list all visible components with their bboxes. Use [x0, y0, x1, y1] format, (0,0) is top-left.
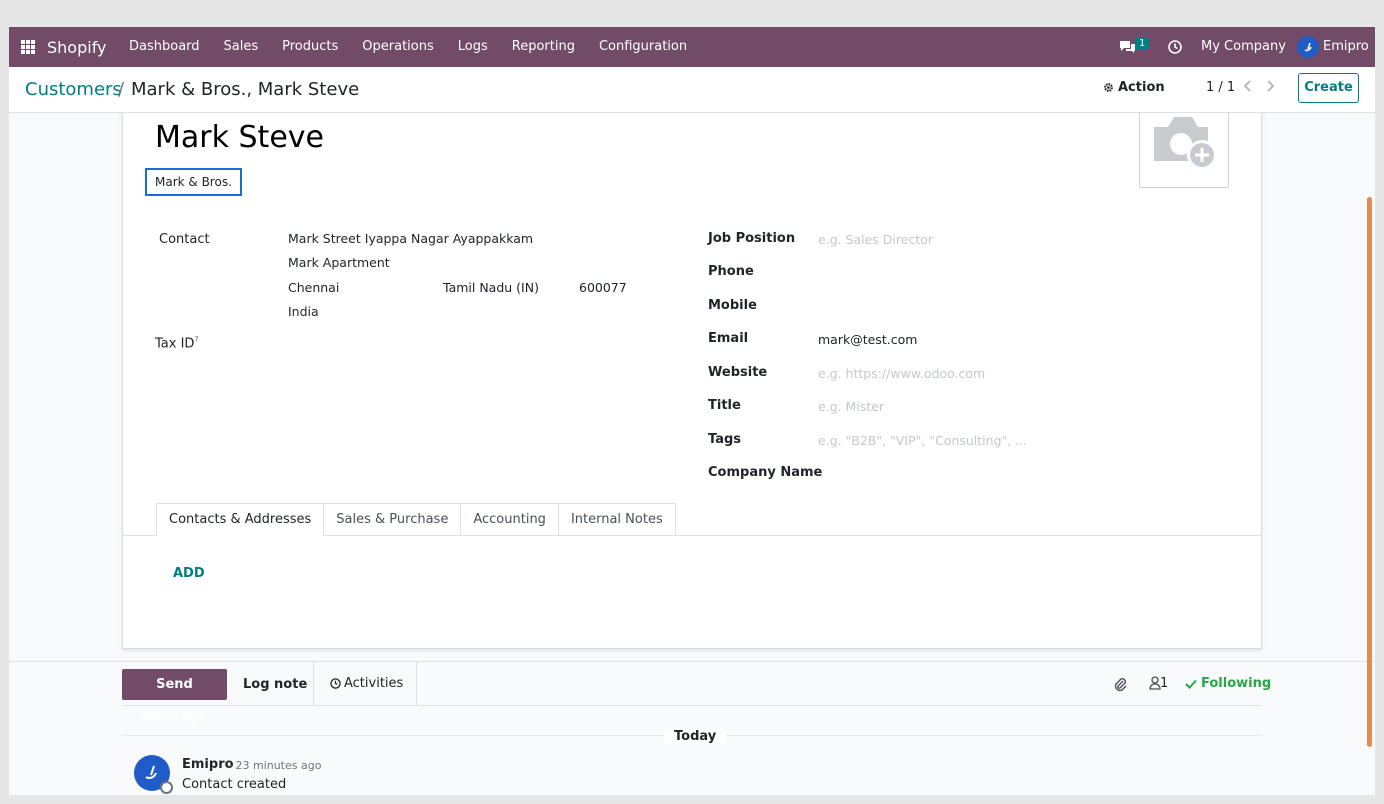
menu-sales[interactable]: Sales: [212, 27, 271, 67]
contact-label: Contact: [159, 232, 210, 247]
phone-field[interactable]: [818, 264, 1018, 280]
create-button[interactable]: Create: [1298, 73, 1359, 103]
action-label: Action: [1118, 80, 1165, 95]
paperclip-icon[interactable]: [1113, 676, 1127, 696]
chatter-toolbar-line: [122, 705, 1262, 706]
following-label: Following: [1201, 676, 1272, 691]
form-view: Mark Steve Mark & Bros. Contact Mark Str…: [9, 113, 1375, 795]
chat-icon[interactable]: [1119, 40, 1136, 58]
app-window: Shopify Dashboard Sales Products Operati…: [9, 27, 1375, 795]
check-icon: [1185, 679, 1197, 689]
job-position-field[interactable]: e.g. Sales Director: [818, 232, 933, 247]
action-button[interactable]: Action: [1103, 80, 1165, 95]
app-brand[interactable]: Shopify: [47, 38, 107, 57]
title-label: Title: [708, 398, 741, 413]
tags-label: Tags: [708, 432, 742, 447]
following-button[interactable]: Following: [1185, 676, 1271, 691]
author-status-icon: [160, 781, 173, 794]
menu-reporting[interactable]: Reporting: [500, 27, 587, 67]
message-body: Contact created: [182, 777, 287, 792]
menu-logs[interactable]: Logs: [446, 27, 500, 67]
avatar-upload[interactable]: [1139, 113, 1229, 188]
mobile-field[interactable]: [818, 298, 1018, 314]
tab-sales-purchase[interactable]: Sales & Purchase: [323, 503, 462, 535]
tags-field[interactable]: e.g. "B2B", "VIP", "Consulting", ...: [818, 433, 1027, 448]
gear-icon: [1104, 83, 1113, 92]
pager-prev-icon[interactable]: [1243, 79, 1253, 97]
tab-contacts-addresses[interactable]: Contacts & Addresses: [156, 503, 325, 536]
tax-id-label: Tax ID?: [155, 335, 199, 351]
job-position-label: Job Position: [708, 231, 796, 246]
clock-icon: [330, 678, 341, 689]
city-field[interactable]: Chennai: [288, 280, 339, 295]
tax-id-text: Tax ID: [155, 336, 195, 352]
camera-add-icon: [1154, 117, 1217, 170]
phone-label: Phone: [708, 264, 754, 279]
tab-internal-notes[interactable]: Internal Notes: [557, 503, 676, 535]
mobile-label: Mobile: [708, 298, 757, 313]
pager-value[interactable]: 1 / 1: [1206, 80, 1235, 95]
date-separator: Today: [664, 729, 727, 744]
email-label: Email: [708, 331, 749, 346]
parent-company-field[interactable]: Mark & Bros.: [145, 168, 242, 196]
chat-count-badge: 1: [1135, 37, 1150, 50]
apps-grid-icon[interactable]: [21, 40, 35, 54]
email-field[interactable]: mark@test.com: [818, 332, 917, 347]
form-sheet: Mark Steve Mark & Bros. Contact Mark Str…: [122, 113, 1262, 649]
activities-label: Activities: [344, 676, 404, 691]
main-menu: Dashboard Sales Products Operations Logs…: [117, 27, 699, 67]
message-author-avatar[interactable]: [134, 755, 173, 794]
street-field[interactable]: Mark Street Iyappa Nagar Ayappakkam: [288, 231, 533, 246]
company-switcher[interactable]: My Company: [1201, 39, 1286, 54]
log-note-button[interactable]: Log note: [243, 677, 307, 692]
activity-clock-icon[interactable]: [1168, 40, 1182, 58]
notebook-tabs: Contacts & Addresses Sales & Purchase Ac…: [156, 503, 676, 536]
activities-button[interactable]: Activities: [330, 676, 403, 691]
state-field[interactable]: Tamil Nadu (IN): [443, 280, 539, 295]
breadcrumb-current: Mark & Bros., Mark Steve: [131, 79, 360, 100]
company-name-label: Company Name: [708, 465, 823, 480]
zip-field[interactable]: 600077: [579, 280, 627, 295]
breadcrumb-separator: /: [118, 79, 125, 100]
chatter-divider: [9, 661, 1375, 662]
user-menu[interactable]: Emipro: [1323, 39, 1369, 54]
followers-count[interactable]: 1: [1160, 676, 1168, 691]
menu-products[interactable]: Products: [270, 27, 350, 67]
country-field[interactable]: India: [288, 304, 319, 319]
pager-next-icon[interactable]: [1265, 79, 1275, 97]
title-field[interactable]: e.g. Mister: [818, 399, 884, 414]
add-contact-button[interactable]: ADD: [173, 566, 205, 581]
breadcrumb-customers[interactable]: Customers: [25, 79, 122, 100]
scrollbar[interactable]: [1367, 197, 1372, 747]
message-author[interactable]: Emipro: [182, 757, 234, 772]
website-field[interactable]: e.g. https://www.odoo.com: [818, 366, 985, 381]
user-avatar[interactable]: [1297, 36, 1319, 58]
menu-configuration[interactable]: Configuration: [587, 27, 699, 67]
company-name-field[interactable]: [818, 465, 1018, 481]
menu-dashboard[interactable]: Dashboard: [117, 27, 212, 67]
control-panel: Customers / Mark & Bros., Mark Steve Act…: [9, 67, 1375, 113]
street2-field[interactable]: Mark Apartment: [288, 255, 390, 270]
partner-name-field[interactable]: Mark Steve: [155, 120, 324, 155]
top-navbar: Shopify Dashboard Sales Products Operati…: [9, 27, 1375, 67]
menu-operations[interactable]: Operations: [350, 27, 445, 67]
message-time: - 23 minutes ago: [228, 759, 322, 772]
tab-accounting[interactable]: Accounting: [460, 503, 559, 535]
send-message-button[interactable]: Send message: [122, 669, 227, 723]
website-label: Website: [708, 365, 768, 380]
tax-id-help-icon[interactable]: ?: [194, 335, 198, 344]
